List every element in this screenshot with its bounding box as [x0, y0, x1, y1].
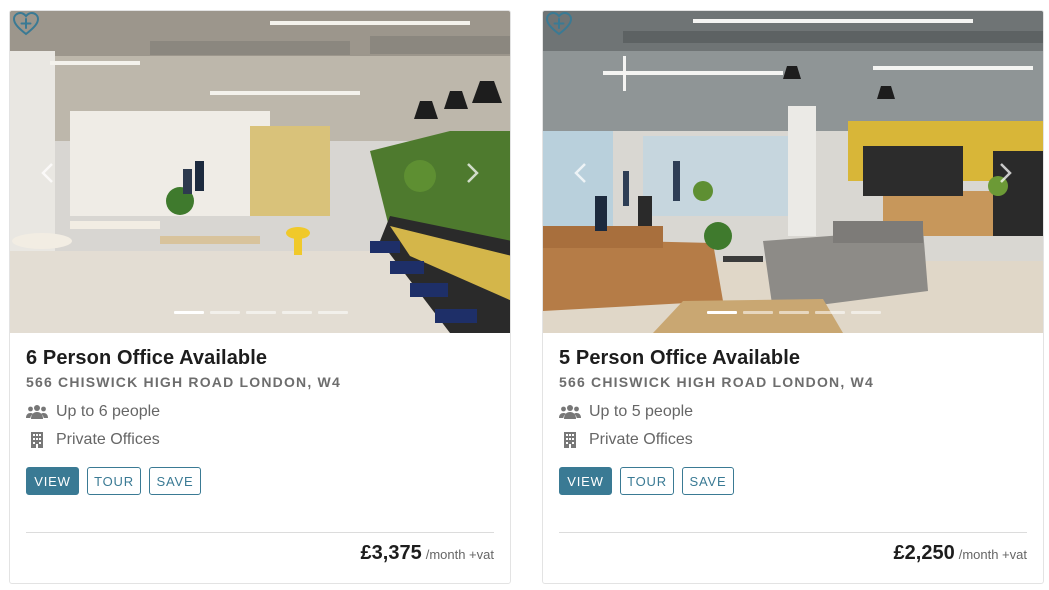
carousel-dot[interactable] [779, 311, 809, 314]
previous-slide-arrow-icon[interactable] [38, 161, 58, 185]
price-suffix: /month +vat [958, 547, 1027, 562]
office-type-text: Private Offices [56, 431, 160, 448]
listing-price: £2,250 [893, 542, 955, 564]
carousel-dot[interactable] [282, 311, 312, 314]
building-icon [26, 432, 48, 448]
office-type-feature: Private Offices [26, 431, 494, 449]
listing-card[interactable]: 6 Person Office Available 566 CHISWICK H… [9, 10, 511, 584]
next-slide-arrow-icon[interactable] [995, 161, 1015, 185]
save-button[interactable]: SAVE [682, 467, 734, 495]
divider [559, 532, 1027, 533]
building-icon [559, 432, 581, 448]
save-button[interactable]: SAVE [149, 467, 201, 495]
carousel-dot[interactable] [743, 311, 773, 314]
office-photo[interactable] [543, 11, 1043, 333]
add-to-favourites-icon[interactable] [546, 12, 572, 36]
carousel-dot[interactable] [246, 311, 276, 314]
add-to-favourites-icon[interactable] [13, 12, 39, 36]
view-button[interactable]: VIEW [559, 467, 612, 495]
listing-actions: VIEW TOUR SAVE [26, 467, 494, 495]
office-photo[interactable] [10, 11, 510, 333]
carousel-dot[interactable] [815, 311, 845, 314]
price-row: £3,375 /month +vat [361, 542, 494, 565]
capacity-text: Up to 6 people [56, 403, 161, 420]
carousel-indicators [174, 311, 348, 314]
carousel-dot[interactable] [318, 311, 348, 314]
people-icon [26, 404, 48, 420]
listing-details: 5 Person Office Available 566 CHISWICK H… [559, 347, 1027, 495]
listing-actions: VIEW TOUR SAVE [559, 467, 1027, 495]
listing-address: 566 CHISWICK HIGH ROAD LONDON, W4 [26, 374, 341, 390]
previous-slide-arrow-icon[interactable] [571, 161, 591, 185]
listing-title[interactable]: 6 Person Office Available [26, 347, 494, 370]
price-suffix: /month +vat [425, 547, 494, 562]
next-slide-arrow-icon[interactable] [462, 161, 482, 185]
people-icon [559, 404, 581, 420]
carousel-dot[interactable] [174, 311, 204, 314]
listing-card[interactable]: 5 Person Office Available 566 CHISWICK H… [542, 10, 1044, 584]
price-row: £2,250 /month +vat [894, 542, 1027, 565]
divider [26, 532, 494, 533]
tour-button[interactable]: TOUR [620, 467, 674, 495]
carousel-dot[interactable] [851, 311, 881, 314]
office-type-text: Private Offices [589, 431, 693, 448]
capacity-feature: Up to 5 people [559, 403, 1027, 421]
carousel-indicators [707, 311, 881, 314]
listing-details: 6 Person Office Available 566 CHISWICK H… [26, 347, 494, 495]
office-type-feature: Private Offices [559, 431, 1027, 449]
tour-button[interactable]: TOUR [87, 467, 141, 495]
capacity-text: Up to 5 people [589, 403, 694, 420]
office-photo-image [543, 11, 1043, 333]
capacity-feature: Up to 6 people [26, 403, 494, 421]
listing-address: 566 CHISWICK HIGH ROAD LONDON, W4 [559, 374, 874, 390]
listing-price: £3,375 [360, 542, 422, 564]
view-button[interactable]: VIEW [26, 467, 79, 495]
office-photo-image [10, 11, 510, 333]
listing-title[interactable]: 5 Person Office Available [559, 347, 1027, 370]
carousel-dot[interactable] [210, 311, 240, 314]
carousel-dot[interactable] [707, 311, 737, 314]
